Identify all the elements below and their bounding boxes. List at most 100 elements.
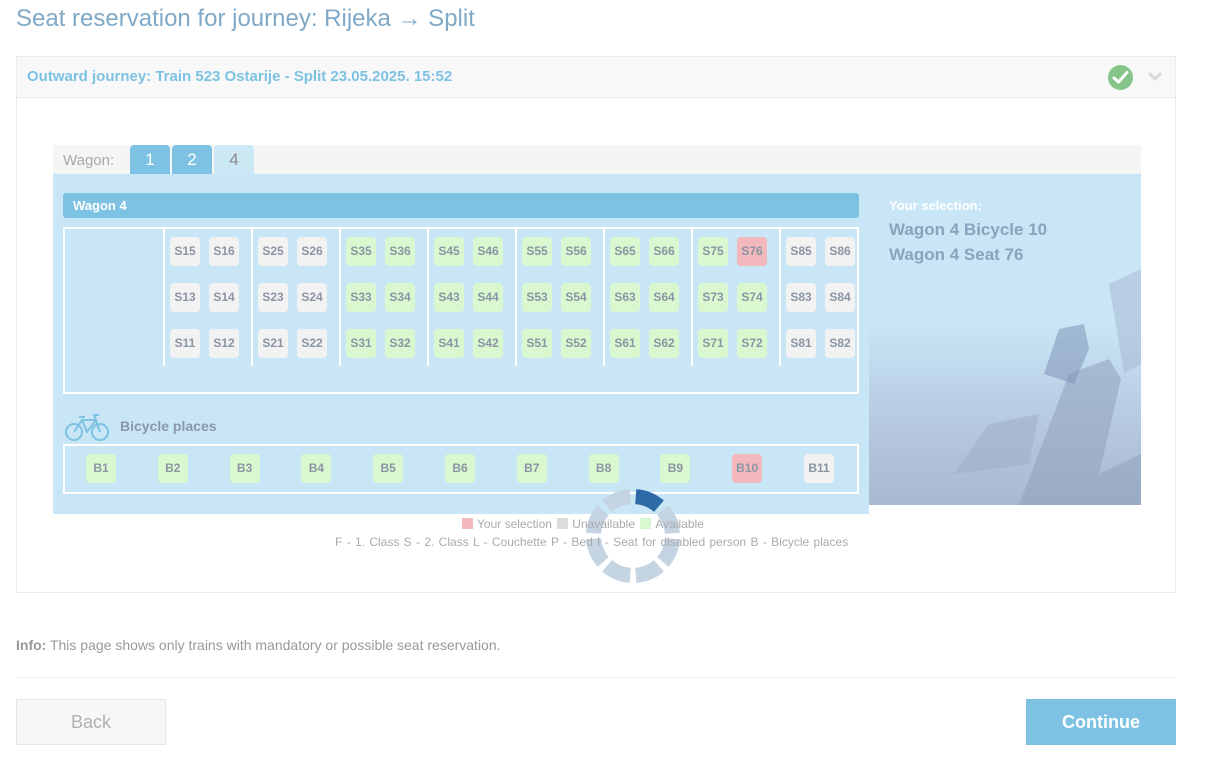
selection-label: Your selection: xyxy=(889,198,982,213)
wagon-tabs-label: Wagon: xyxy=(63,152,115,169)
bicycle-place-b6[interactable]: B6 xyxy=(445,454,475,483)
legend-swatch-available xyxy=(640,518,652,529)
seat-s76[interactable]: S76 xyxy=(737,237,767,266)
seat-s36[interactable]: S36 xyxy=(385,237,415,266)
wagon-title: Wagon 4 xyxy=(63,193,859,218)
seat-s56[interactable]: S56 xyxy=(561,237,591,266)
selection-item: Wagon 4 Bicycle 10 xyxy=(889,220,1048,239)
seat-s82[interactable]: S82 xyxy=(825,329,855,358)
legend-available: Available xyxy=(655,517,704,531)
bicycle-place-b11[interactable]: B11 xyxy=(804,454,834,483)
tab-wagon-2[interactable]: 2 xyxy=(172,145,212,175)
seat-s61[interactable]: S61 xyxy=(610,329,640,358)
info-message: This page shows only trains with mandato… xyxy=(46,637,501,653)
seat-s64[interactable]: S64 xyxy=(649,283,679,312)
seat-s42[interactable]: S42 xyxy=(473,329,503,358)
bicycle-place-b7[interactable]: B7 xyxy=(516,454,547,483)
bicycle-place-b9[interactable]: B9 xyxy=(660,454,691,483)
tab-wagon-4[interactable]: 4 xyxy=(214,145,254,175)
compartment-divider xyxy=(515,229,517,366)
seat-s52[interactable]: S52 xyxy=(561,329,591,358)
seat-s34[interactable]: S34 xyxy=(385,283,415,312)
spinner-segment xyxy=(635,489,664,512)
bicycle-grid: B1 B2 B3 B4 B5 B6 B7 B8 B9 B10 B11 xyxy=(63,444,859,494)
chevron-down-icon[interactable] xyxy=(1147,69,1163,90)
seat-s54[interactable]: S54 xyxy=(561,283,591,312)
seat-s15[interactable]: S15 xyxy=(170,237,200,266)
seat-s35[interactable]: S35 xyxy=(346,237,376,266)
compartment-divider xyxy=(251,229,253,366)
seat-s62[interactable]: S62 xyxy=(649,329,679,358)
page-title: Seat reservation for journey: Rijeka → S… xyxy=(16,5,475,32)
selection-panel: Your selection: Wagon 4 Bicycle 10 Wagon… xyxy=(869,174,1141,505)
seat-s83[interactable]: S83 xyxy=(786,283,816,312)
seat-s12[interactable]: S12 xyxy=(209,329,239,358)
bicycle-places-label: Bicycle places xyxy=(120,418,217,434)
bicycle-icon xyxy=(65,414,109,441)
legend-unavailable: Unavailable xyxy=(572,517,636,531)
wagon-seat-map: Wagon 4 S15 S16 S25 S26 S35 S36 S45 S46 S55 S56 S6… xyxy=(53,174,869,583)
seat-s85[interactable]: S85 xyxy=(786,237,816,266)
seat-s23[interactable]: S23 xyxy=(258,283,288,312)
seat-s32[interactable]: S32 xyxy=(385,329,415,358)
legend: Your selection Unavailable Available xyxy=(462,517,706,531)
seat-s73[interactable]: S73 xyxy=(698,283,728,312)
compartment-divider xyxy=(691,229,693,366)
bicycle-place-b4[interactable]: B4 xyxy=(301,454,332,483)
seat-s74[interactable]: S74 xyxy=(737,283,767,312)
seat-s46[interactable]: S46 xyxy=(473,237,503,266)
bicycle-place-b2[interactable]: B2 xyxy=(157,454,188,483)
seat-s43[interactable]: S43 xyxy=(434,283,464,312)
bicycle-place-b10[interactable]: B10 xyxy=(732,454,763,483)
seat-s65[interactable]: S65 xyxy=(610,237,640,266)
seat-s63[interactable]: S63 xyxy=(610,283,640,312)
bicycle-place-b3[interactable]: B3 xyxy=(229,454,260,483)
seat-s71[interactable]: S71 xyxy=(698,329,728,358)
seat-s41[interactable]: S41 xyxy=(434,329,464,358)
seat-s53[interactable]: S53 xyxy=(522,283,552,312)
seat-s55[interactable]: S55 xyxy=(522,237,552,266)
tab-wagon-1[interactable]: 1 xyxy=(130,145,170,175)
seat-s51[interactable]: S51 xyxy=(522,329,552,358)
seat-s16[interactable]: S16 xyxy=(209,237,239,266)
seat-s22[interactable]: S22 xyxy=(297,329,327,358)
seat-s14[interactable]: S14 xyxy=(209,283,239,312)
seat-s66[interactable]: S66 xyxy=(649,237,679,266)
info-label: Info: xyxy=(16,637,47,653)
seat-s75[interactable]: S75 xyxy=(698,237,728,266)
seat-s21[interactable]: S21 xyxy=(258,329,288,358)
seat-grid: S15 S16 S25 S26 S35 S36 S45 S46 S55 S56 S65 S66 S75 S… xyxy=(63,227,859,394)
seat-s24[interactable]: S24 xyxy=(297,283,327,312)
seat-s45[interactable]: S45 xyxy=(434,237,464,266)
seat-s26[interactable]: S26 xyxy=(297,237,327,266)
seat-s11[interactable]: S11 xyxy=(170,329,200,358)
seat-s44[interactable]: S44 xyxy=(473,283,503,312)
info-text: Info: This page shows only trains with m… xyxy=(16,637,501,653)
seat-s81[interactable]: S81 xyxy=(786,329,816,358)
seat-s72[interactable]: S72 xyxy=(737,329,767,358)
bicycle-place-b5[interactable]: B5 xyxy=(373,454,404,483)
selection-item: Wagon 4 Seat 76 xyxy=(889,245,1024,264)
seat-s33[interactable]: S33 xyxy=(346,283,376,312)
back-button[interactable]: Back xyxy=(16,699,166,745)
seat-s84[interactable]: S84 xyxy=(825,283,855,312)
continue-button[interactable]: Continue xyxy=(1026,699,1176,745)
spinner-segment xyxy=(602,560,631,583)
spinner-segment xyxy=(635,560,664,583)
divider xyxy=(16,677,1176,678)
legend-selection: Your selection xyxy=(477,517,552,531)
journey-header[interactable]: Outward journey: Train 523 Ostarije - Sp… xyxy=(17,57,1175,98)
compartment-divider xyxy=(163,229,165,366)
journey-panel: Outward journey: Train 523 Ostarije - Sp… xyxy=(16,56,1176,593)
check-circle-icon xyxy=(1108,65,1133,90)
bicycle-place-b8[interactable]: B8 xyxy=(588,454,619,483)
spinner-segment xyxy=(602,489,631,512)
legend-swatch-unavailable xyxy=(557,518,569,529)
seat-s31[interactable]: S31 xyxy=(346,329,376,358)
bicycle-place-b1[interactable]: B1 xyxy=(86,454,116,483)
seat-s86[interactable]: S86 xyxy=(825,237,855,266)
seat-s13[interactable]: S13 xyxy=(170,283,200,312)
seat-s25[interactable]: S25 xyxy=(258,237,288,266)
compartment-divider xyxy=(339,229,341,366)
compartment-divider xyxy=(603,229,605,366)
